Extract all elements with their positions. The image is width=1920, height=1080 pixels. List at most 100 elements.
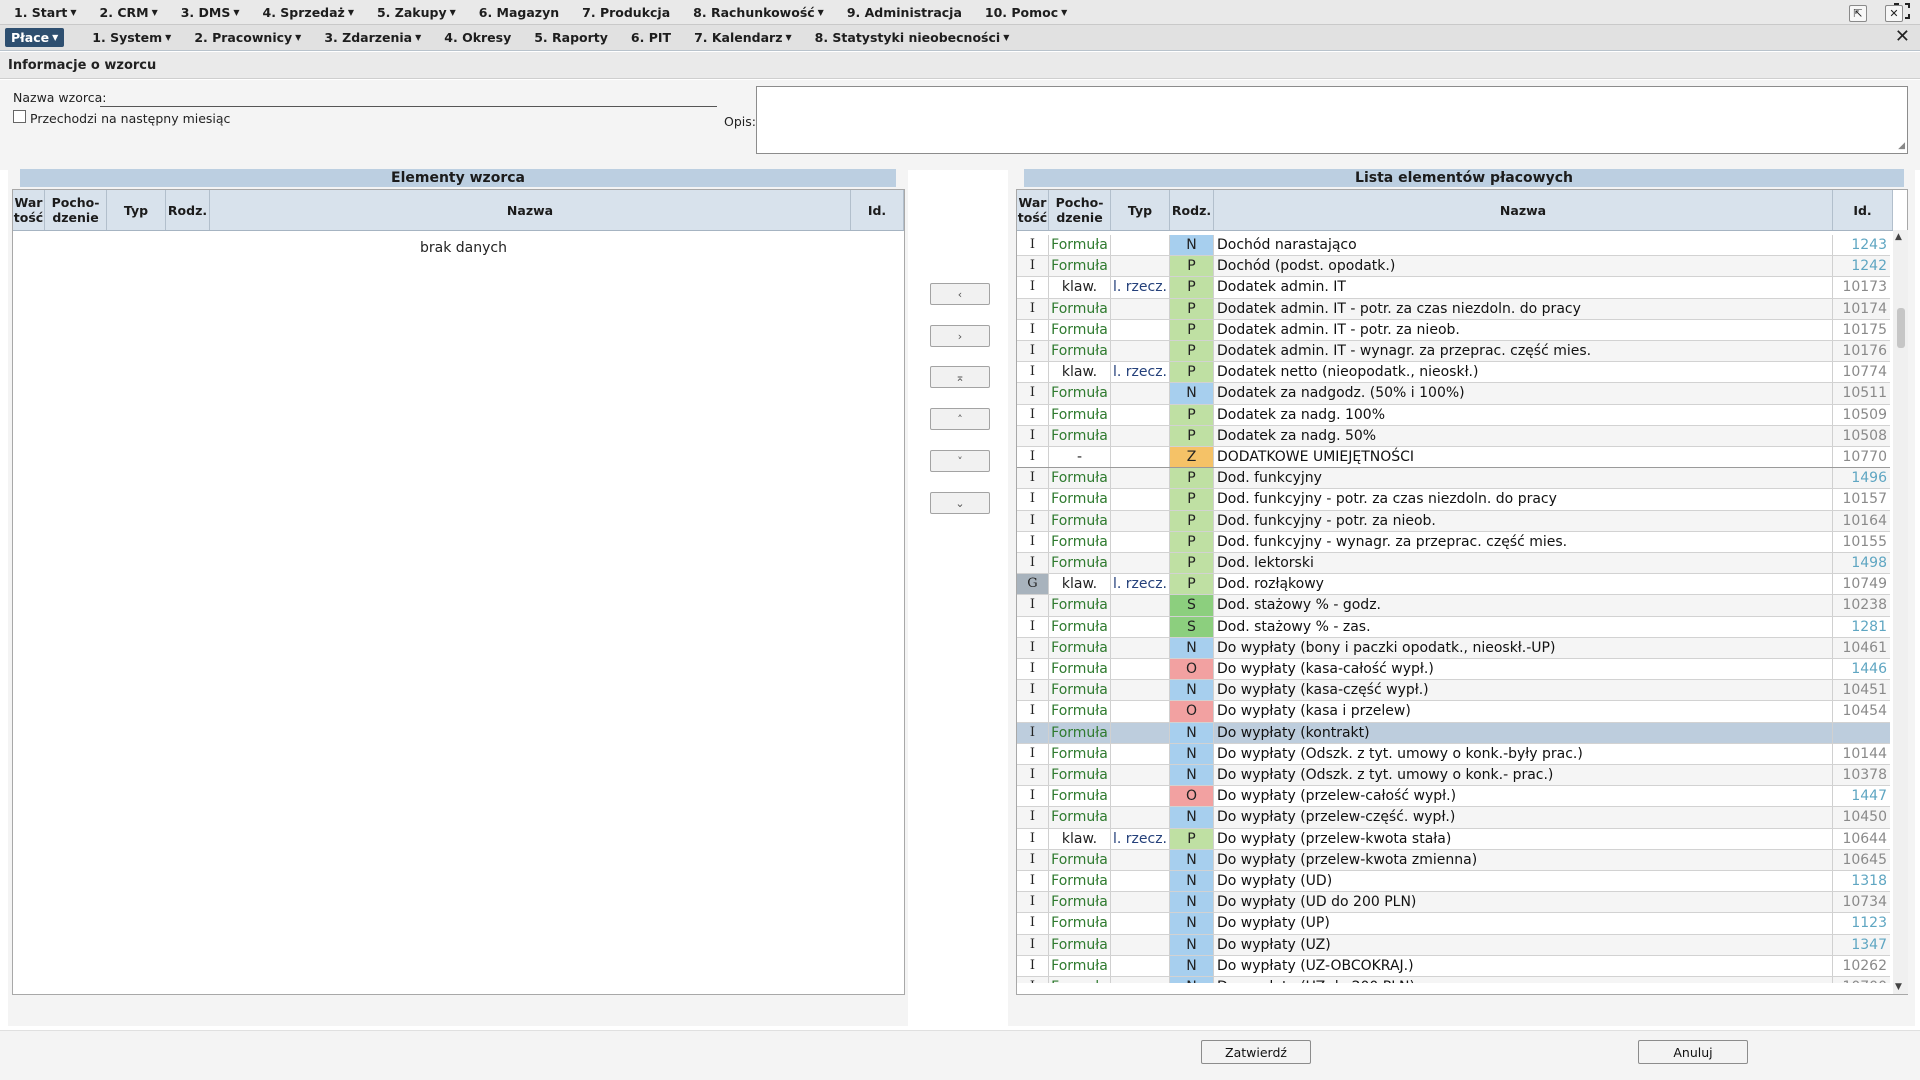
table-row[interactable]: I Formuła P Dod. funkcyjny - wynagr. za prz… xyxy=(1017,531,1890,553)
column-header[interactable]: Typ xyxy=(1111,190,1170,230)
column-header[interactable]: Id. xyxy=(851,190,904,230)
menu-item-1[interactable]: 2. CRM ▼ xyxy=(100,5,158,20)
popout-icon[interactable]: ⇱ xyxy=(1849,5,1867,22)
module-menu-item-2[interactable]: 2. Pracownicy ▼ xyxy=(194,30,301,45)
value-cell: I xyxy=(1017,383,1049,404)
description-textarea[interactable]: ◢ xyxy=(756,86,1908,154)
menu-item-9[interactable]: 10. Pomoc ▼ xyxy=(985,5,1067,20)
table-row[interactable]: I Formuła N Do wypłaty (bony i paczki opoda… xyxy=(1017,637,1890,659)
module-menu-item-5[interactable]: 5. Raporty xyxy=(534,30,608,45)
value-cell: I xyxy=(1017,765,1049,786)
module-menu-item-7[interactable]: 7. Kalendarz ▼ xyxy=(694,30,792,45)
move-left-button[interactable]: ‹ xyxy=(930,283,990,305)
table-row[interactable]: Iklaw. l. rzecz. P Dodatek admin. IT 10173 xyxy=(1017,277,1890,299)
close-panel-icon[interactable]: ✕ xyxy=(1885,5,1903,22)
column-header[interactable]: War tość xyxy=(13,190,45,230)
origin-cell: Formuła xyxy=(1049,659,1111,680)
menu-item-8[interactable]: 9. Administracja xyxy=(847,5,962,20)
pattern-elements-grid[interactable]: War tość Pocho- dzenie Typ Rodz. Nazwa Id. br… xyxy=(12,189,905,995)
menu-item-0[interactable]: 1. Start ▼ xyxy=(14,5,77,20)
table-row[interactable]: I Formuła P Dod. funkcyjny - potr. za nieob… xyxy=(1017,510,1890,532)
payroll-elements-grid[interactable]: War tość Pocho- dzenie Typ Rodz. Nazwa Id. IF… xyxy=(1016,189,1908,995)
scroll-up-icon[interactable]: ▲ xyxy=(1895,232,1902,242)
menu-item-label: 10. Pomoc xyxy=(984,4,1059,20)
column-header[interactable]: Typ xyxy=(107,190,166,230)
value-cell: I xyxy=(1017,425,1049,446)
table-row[interactable]: IFormuła NDo wypłaty (UZ do 200 PLN)10700 xyxy=(1017,977,1890,983)
id-cell: 10644 xyxy=(1842,830,1887,847)
table-row[interactable]: I Formuła P Dod. lektorski 1498 xyxy=(1017,553,1890,575)
column-header[interactable]: Rodz. xyxy=(166,190,210,230)
value-cell: I xyxy=(1017,913,1049,934)
move-down-button[interactable]: ˅ xyxy=(930,450,990,472)
table-row[interactable]: I Formuła P Dodatek za nadg. 50% 10508 xyxy=(1017,425,1890,447)
value-cell: I xyxy=(1017,849,1049,870)
kind-cell: N xyxy=(1170,722,1214,743)
module-menu-item-1[interactable]: 1. System ▼ xyxy=(92,30,171,45)
table-row[interactable]: I Formuła P Dodatek admin. IT - wynagr. za … xyxy=(1017,341,1890,363)
table-row[interactable]: I Formuła P Dochód (podst. opodatk.) 1242 xyxy=(1017,256,1890,278)
menu-item-6[interactable]: 7. Produkcja xyxy=(582,5,670,20)
table-row[interactable]: I Formuła N Do wypłaty (UD do 200 PLN) 10734 xyxy=(1017,892,1890,914)
move-bottom-button[interactable]: ⌄ xyxy=(930,492,990,514)
table-row[interactable]: I Formuła P Dodatek admin. IT - potr. za cz… xyxy=(1017,298,1890,320)
table-row[interactable]: I - Z DODATKOWE UMIEJĘTNOŚCI 10770 xyxy=(1017,447,1890,469)
move-top-button[interactable]: ⌅ xyxy=(930,366,990,388)
menu-item-2[interactable]: 3. DMS ▼ xyxy=(181,5,240,20)
module-menu-item-3[interactable]: 3. Zdarzenia ▼ xyxy=(324,30,421,45)
table-row[interactable]: I Formuła O Do wypłaty (kasa-całość wypł.) 1… xyxy=(1017,659,1890,681)
name-input[interactable] xyxy=(100,90,717,107)
table-row[interactable]: I Formuła P Dod. funkcyjny - potr. za czas … xyxy=(1017,489,1890,511)
table-row[interactable]: I Formuła P Dodatek za nadg. 100% 10509 xyxy=(1017,404,1890,426)
module-menu-item-6[interactable]: 6. PIT xyxy=(631,30,671,45)
table-row[interactable]: I Formuła N Dochód narastająco 1243 xyxy=(1017,235,1890,257)
column-header[interactable]: Pocho- dzenie xyxy=(1049,190,1111,230)
table-row[interactable]: I Formuła N Do wypłaty (Odszk. z tyt. umowy… xyxy=(1017,765,1890,787)
column-header[interactable]: Nazwa xyxy=(210,190,851,230)
cancel-button[interactable]: Anuluj xyxy=(1638,1040,1748,1064)
table-row[interactable]: I Formuła O Do wypłaty (przelew-całość wypł… xyxy=(1017,786,1890,808)
vertical-scrollbar[interactable]: ▲ ▼ xyxy=(1893,230,1908,994)
table-row[interactable]: Gklaw. l. rzecz. P Dod. rozłąkowy 10749 xyxy=(1017,574,1890,596)
column-header[interactable]: Id. xyxy=(1833,190,1893,230)
module-menu-item-4[interactable]: 4. Okresy xyxy=(444,30,511,45)
menu-item-5[interactable]: 6. Magazyn xyxy=(479,5,559,20)
panel-header: Informacje o wzorcu xyxy=(0,52,1920,79)
column-header[interactable]: Nazwa xyxy=(1214,190,1833,230)
type-cell xyxy=(1111,807,1170,828)
close-icon[interactable]: ✕ xyxy=(1895,28,1910,46)
type-cell xyxy=(1111,955,1170,976)
menu-item-7[interactable]: 8. Rachunkowość ▼ xyxy=(693,5,824,20)
column-header[interactable]: Rodz. xyxy=(1170,190,1214,230)
column-header[interactable]: War tość xyxy=(1017,190,1049,230)
move-up-button[interactable]: ˄ xyxy=(930,408,990,430)
table-row[interactable]: I Formuła N Do wypłaty (kontrakt) xyxy=(1017,722,1890,744)
menu-item-3[interactable]: 4. Sprzedaż ▼ xyxy=(263,5,354,20)
next-month-checkbox[interactable] xyxy=(13,110,26,123)
table-row[interactable]: I Formuła N Do wypłaty (UD) 1318 xyxy=(1017,871,1890,893)
table-row[interactable]: Iklaw. l. rzecz. P Do wypłaty (przelew-kwot… xyxy=(1017,828,1890,850)
table-row[interactable]: Iklaw. l. rzecz. P Dodatek netto (nieopodat… xyxy=(1017,362,1890,384)
table-row[interactable]: I Formuła N Do wypłaty (UP) 1123 xyxy=(1017,913,1890,935)
module-menu-item-8[interactable]: 8. Statystyki nieobecności ▼ xyxy=(815,30,1010,45)
table-row[interactable]: I Formuła N Do wypłaty (Odszk. z tyt. umowy… xyxy=(1017,743,1890,765)
scroll-down-icon[interactable]: ▼ xyxy=(1895,982,1902,992)
table-row[interactable]: I Formuła N Do wypłaty (przelew-część. wypł… xyxy=(1017,807,1890,829)
table-row[interactable]: I Formuła N Do wypłaty (UZ) 1347 xyxy=(1017,934,1890,956)
resize-grip-icon[interactable]: ◢ xyxy=(1898,141,1905,151)
table-row[interactable]: I Formuła N Do wypłaty (kasa-część wypł.) 10… xyxy=(1017,680,1890,702)
module-menu-item-0[interactable]: Płace ▼ xyxy=(5,28,65,47)
menu-item-4[interactable]: 5. Zakupy ▼ xyxy=(377,5,456,20)
column-header[interactable]: Pocho- dzenie xyxy=(45,190,107,230)
table-row[interactable]: I Formuła N Do wypłaty (przelew-kwota zmien… xyxy=(1017,849,1890,871)
table-row[interactable]: I Formuła N Dodatek za nadgodz. (50% i 100%… xyxy=(1017,383,1890,405)
move-right-button[interactable]: › xyxy=(930,325,990,347)
table-row[interactable]: I Formuła S Dod. stażowy % - godz. 10238 xyxy=(1017,595,1890,617)
scroll-thumb[interactable] xyxy=(1897,308,1905,348)
table-row[interactable]: I Formuła O Do wypłaty (kasa i przelew) 1045… xyxy=(1017,701,1890,723)
confirm-button[interactable]: Zatwierdź xyxy=(1201,1040,1311,1064)
table-row[interactable]: I Formuła N Do wypłaty (UZ-OBCOKRAJ.) 10262 xyxy=(1017,955,1890,977)
table-row[interactable]: I Formuła S Dod. stażowy % - zas. 1281 xyxy=(1017,616,1890,638)
table-row[interactable]: I Formuła P Dodatek admin. IT - potr. za ni… xyxy=(1017,319,1890,341)
table-row[interactable]: I Formuła P Dod. funkcyjny 1496 xyxy=(1017,468,1890,490)
